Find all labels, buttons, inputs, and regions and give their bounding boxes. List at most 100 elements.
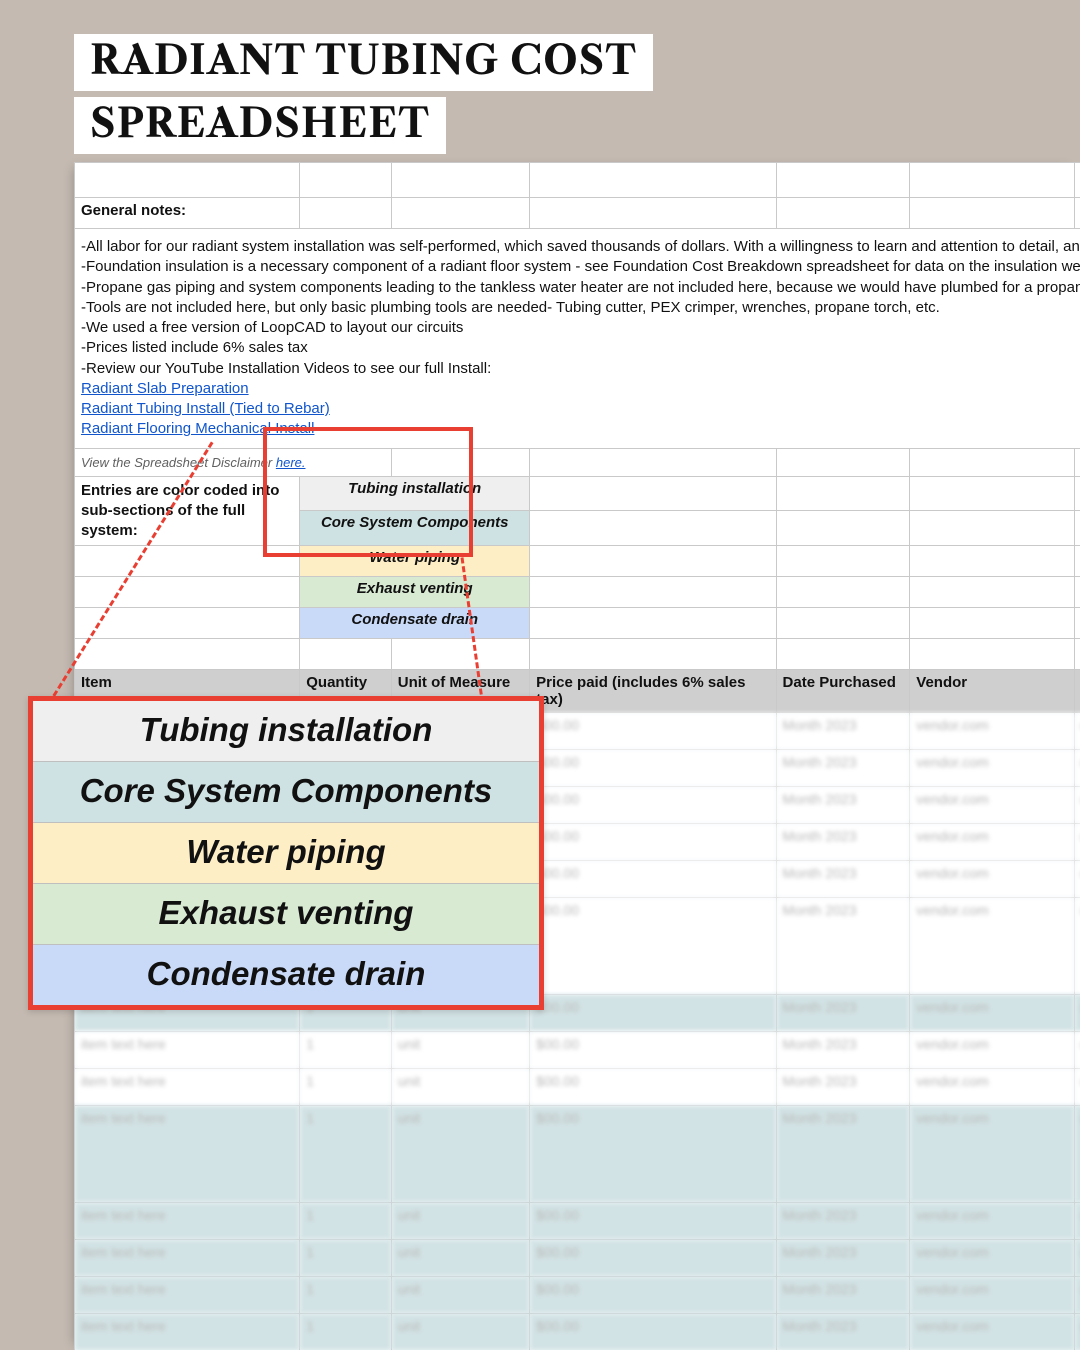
table-cell: $00.00 (530, 1032, 776, 1069)
legend-item: Water piping (300, 546, 530, 577)
table-cell: vendor.com (910, 750, 1074, 787)
page-title-line2: SPREADSHEET (74, 97, 446, 154)
table-cell: item text here (75, 1277, 300, 1314)
legend-callout-item: Core System Components (33, 761, 539, 822)
table-cell: 1 (300, 1277, 392, 1314)
table-cell: desc (1074, 824, 1080, 861)
table-cell: Month 2023 (776, 995, 910, 1032)
table-cell: $00.00 (530, 713, 776, 750)
legend-item: Exhaust venting (300, 577, 530, 608)
table-cell: unit (391, 1203, 529, 1240)
table-cell: $00.00 (530, 787, 776, 824)
table-cell: $00.00 (530, 995, 776, 1032)
table-cell: $00.00 (530, 898, 776, 995)
table-cell: $00.00 (530, 750, 776, 787)
table-cell: desc (1074, 1032, 1080, 1069)
page-title-line1: RADIANT TUBING COST (74, 34, 653, 91)
legend-callout-item: Tubing installation (33, 701, 539, 761)
table-cell: desc (1074, 898, 1080, 995)
table-cell: $00.00 (530, 824, 776, 861)
table-cell: vendor.com (910, 898, 1074, 995)
table-cell: 1 (300, 1314, 392, 1350)
table-cell: 1 (300, 1240, 392, 1277)
table-cell: Month 2023 (776, 1240, 910, 1277)
table-cell: Month 2023 (776, 750, 910, 787)
table-cell: desc (1074, 1277, 1080, 1314)
page-title-block: RADIANT TUBING COST SPREADSHEET (74, 34, 653, 160)
table-cell: unit (391, 1314, 529, 1350)
table-cell: item text here (75, 1240, 300, 1277)
table-cell: desc (1074, 861, 1080, 898)
table-cell: unit (391, 1069, 529, 1106)
table-cell: desc (1074, 1069, 1080, 1106)
disclaimer-cell: View the Spreadsheet Disclaimer here. (75, 448, 392, 476)
table-cell: $00.00 (530, 1203, 776, 1240)
table-cell: $00.00 (530, 1240, 776, 1277)
table-cell: 1 (300, 1032, 392, 1069)
table-cell: item text here (75, 1203, 300, 1240)
table-cell: vendor.com (910, 1277, 1074, 1314)
table-cell: $00.00 (530, 1069, 776, 1106)
table-cell: Month 2023 (776, 861, 910, 898)
legend-item: Condensate drain (300, 608, 530, 639)
table-cell: unit (391, 1240, 529, 1277)
table-cell: unit (391, 1277, 529, 1314)
notes-link[interactable]: Radiant Tubing Install (Tied to Rebar) (81, 400, 330, 417)
table-cell: Month 2023 (776, 1314, 910, 1350)
column-header: Date Purchased (776, 670, 910, 713)
table-cell: Month 2023 (776, 787, 910, 824)
column-header: Price paid (includes 6% sales tax) (530, 670, 776, 713)
table-cell: vendor.com (910, 1240, 1074, 1277)
table-cell: Month 2023 (776, 1277, 910, 1314)
table-cell: desc (1074, 713, 1080, 750)
legend-item: Core System Components (300, 511, 530, 546)
legend-description: Entries are color coded into sub-section… (75, 476, 300, 546)
legend-callout-item: Exhaust venting (33, 883, 539, 944)
table-cell: $00.00 (530, 861, 776, 898)
table-cell: Month 2023 (776, 1069, 910, 1106)
table-cell: item text here (75, 1106, 300, 1203)
column-header: Product d (1074, 670, 1080, 713)
table-cell: desc (1074, 750, 1080, 787)
table-cell: 1 (300, 1069, 392, 1106)
table-cell: 1 (300, 1106, 392, 1203)
table-cell: unit (391, 1106, 529, 1203)
table-cell: unit (391, 1032, 529, 1069)
table-cell: Month 2023 (776, 1203, 910, 1240)
notes-link[interactable]: Radiant Flooring Mechanical Install (81, 420, 314, 437)
table-cell: vendor.com (910, 824, 1074, 861)
table-cell: $00.00 (530, 1314, 776, 1350)
table-cell: vendor.com (910, 995, 1074, 1032)
table-cell: vendor.com (910, 1032, 1074, 1069)
table-cell: vendor.com (910, 787, 1074, 824)
table-cell: Month 2023 (776, 713, 910, 750)
table-cell: desc (1074, 787, 1080, 824)
notes-link[interactable]: Radiant Slab Preparation (81, 380, 249, 397)
legend-callout: Tubing installationCore System Component… (28, 696, 544, 1010)
table-cell: desc (1074, 995, 1080, 1032)
table-cell: vendor.com (910, 1106, 1074, 1203)
table-cell: Month 2023 (776, 898, 910, 995)
general-notes-header: General notes: (75, 198, 300, 229)
table-cell: vendor.com (910, 713, 1074, 750)
table-cell: 1 (300, 1203, 392, 1240)
table-cell: $00.00 (530, 1277, 776, 1314)
table-cell: desc (1074, 1203, 1080, 1240)
table-cell: desc (1074, 1240, 1080, 1277)
table-cell: item text here (75, 1069, 300, 1106)
table-cell: Month 2023 (776, 1032, 910, 1069)
disclaimer-link[interactable]: here. (276, 455, 306, 470)
table-cell: $00.00 (530, 1106, 776, 1203)
table-cell: item text here (75, 1314, 300, 1350)
legend-callout-item: Condensate drain (33, 944, 539, 1005)
legend-item: Tubing installation (300, 476, 530, 511)
table-cell: desc (1074, 1314, 1080, 1350)
table-cell: vendor.com (910, 1203, 1074, 1240)
table-cell: vendor.com (910, 1314, 1074, 1350)
table-cell: Month 2023 (776, 1106, 910, 1203)
table-cell: desc (1074, 1106, 1080, 1203)
general-notes-body: -All labor for our radiant system instal… (75, 229, 1080, 449)
table-cell: Month 2023 (776, 824, 910, 861)
table-cell: vendor.com (910, 861, 1074, 898)
table-cell: vendor.com (910, 1069, 1074, 1106)
